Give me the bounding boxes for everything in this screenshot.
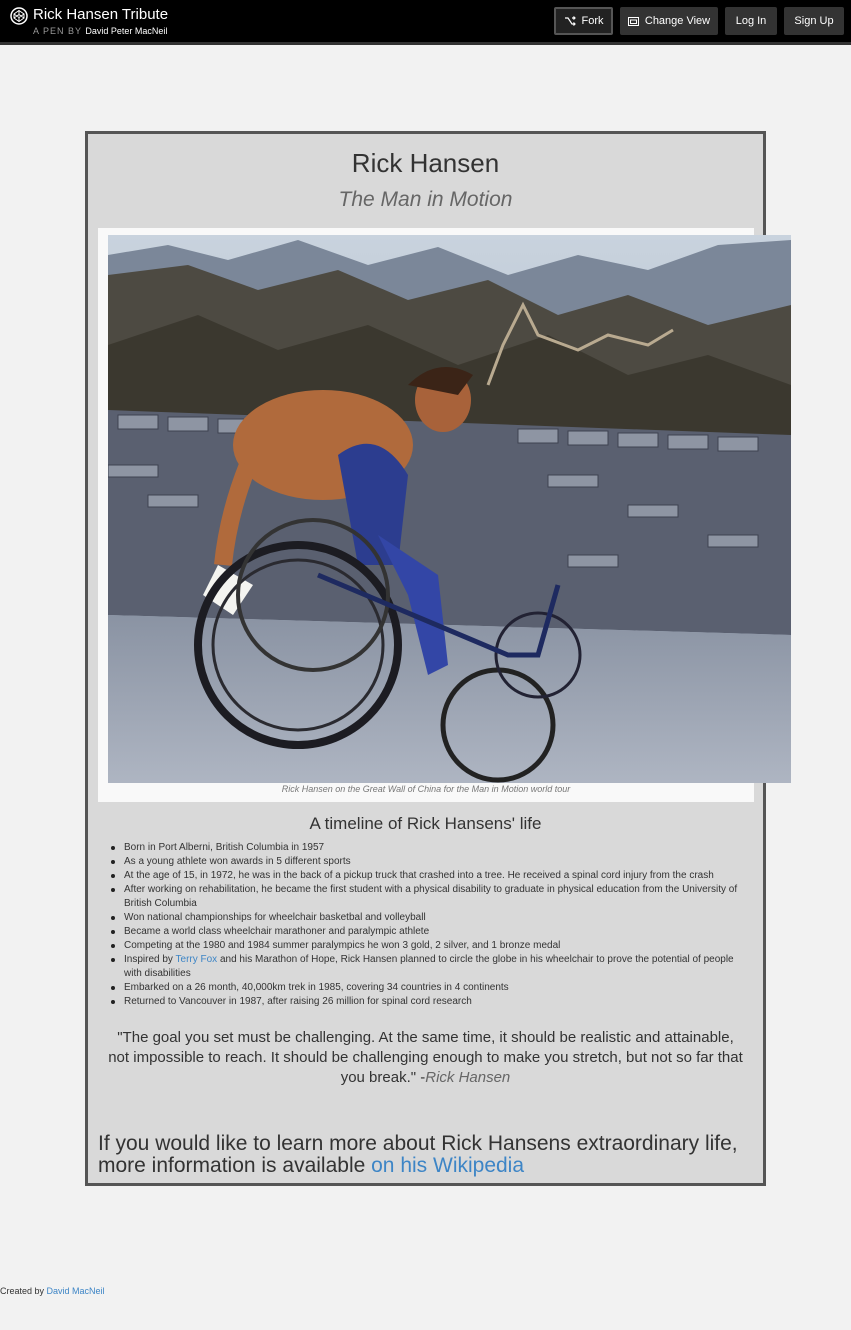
change-view-label: Change View [644, 15, 711, 27]
wikipedia-link[interactable]: on his Wikipedia [371, 1154, 524, 1177]
created-by-label: Created by [0, 1286, 47, 1296]
timeline-text: Inspired by [124, 954, 176, 965]
quote-block: "The goal you set must be challenging. A… [108, 1028, 743, 1088]
quote-author: Rick Hansen [425, 1069, 511, 1086]
login-button[interactable]: Log In [725, 7, 777, 35]
timeline-item: At the age of 15, in 1972, he was in the… [111, 869, 754, 883]
codepen-logo-icon[interactable] [10, 7, 28, 25]
timeline-item: Became a world class wheelchair marathon… [111, 925, 754, 939]
timeline-item: Embarked on a 26 month, 40,000km trek in… [111, 981, 754, 995]
rick-hansen-great-wall-photo [108, 235, 791, 783]
page-title: Rick Hansen [351, 148, 500, 178]
timeline-item: After working on rehabilitation, he beca… [111, 883, 754, 911]
timeline-item: Inspired by Terry Fox and his Marathon o… [111, 953, 754, 981]
pen-author-link[interactable]: David Peter MacNeil [85, 26, 167, 36]
timeline-item: Competing at the 1980 and 1984 summer pa… [111, 939, 754, 953]
timeline-item: Won national championships for wheelchai… [111, 911, 754, 925]
timeline-heading: A timeline of Rick Hansens' life [309, 814, 542, 833]
footer-credit: Created by David MacNeil [0, 1286, 105, 1296]
fork-button-label: Fork [581, 15, 604, 27]
page-subtitle: The Man in Motion [338, 188, 513, 211]
timeline-item: Returned to Vancouver in 1987, after rai… [111, 995, 754, 1009]
timeline-item: Born in Port Alberni, British Columbia i… [111, 841, 754, 855]
footer-author-link[interactable]: David MacNeil [47, 1286, 105, 1296]
timeline-list: Born in Port Alberni, British Columbia i… [111, 841, 754, 1009]
fork-icon [564, 16, 576, 26]
pen-title: Rick Hansen Tribute [33, 6, 169, 23]
pen-by-label: A PEN BY [33, 26, 82, 36]
tribute-card: Rick Hansen The Man in Motion Rick Hanse… [85, 131, 791, 1186]
pen-by-line: A PEN BY David Peter MacNeil [33, 26, 167, 36]
more-info: If you would like to learn more about Ri… [98, 1133, 748, 1177]
image-caption: Rick Hansen on the Great Wall of China f… [281, 784, 571, 794]
change-view-button[interactable]: Change View [620, 7, 718, 35]
fork-button[interactable]: Fork [554, 7, 613, 35]
signup-button[interactable]: Sign Up [784, 7, 844, 35]
codepen-header: Rick Hansen Tribute A PEN BY David Peter… [0, 0, 851, 45]
timeline-item: As a young athlete won awards in 5 diffe… [111, 855, 754, 869]
terry-fox-link[interactable]: Terry Fox [176, 954, 218, 965]
layout-icon [627, 16, 639, 26]
